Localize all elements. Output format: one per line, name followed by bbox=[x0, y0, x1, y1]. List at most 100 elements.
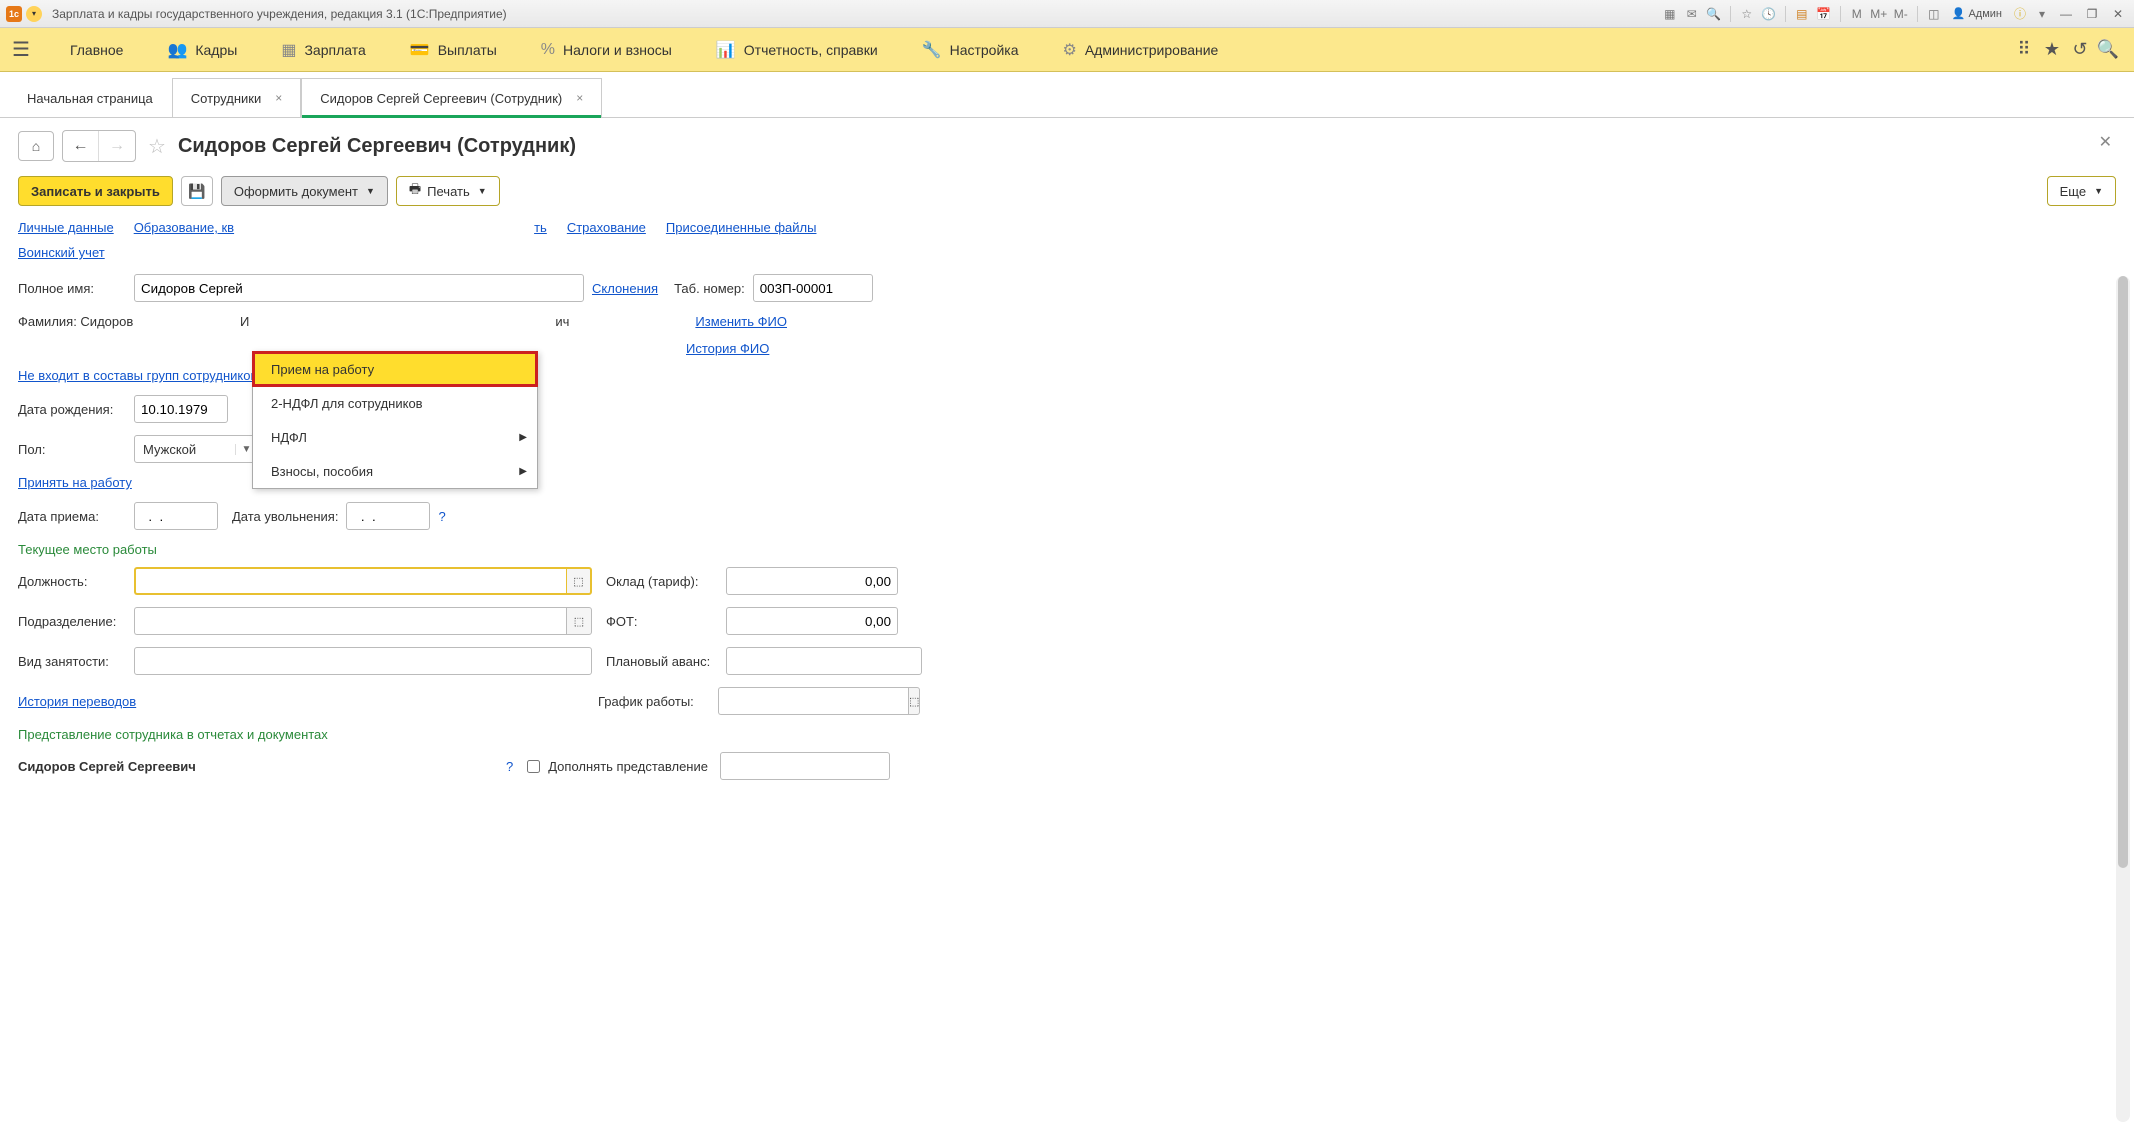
star-icon[interactable]: ★ bbox=[2038, 39, 2066, 60]
maximize-button[interactable]: ❐ bbox=[2082, 6, 2102, 22]
favorite-icon[interactable]: ☆ bbox=[1739, 6, 1755, 22]
m-icon[interactable]: М bbox=[1849, 6, 1865, 22]
search-icon[interactable]: 🔍 bbox=[2094, 39, 2122, 60]
percent-icon: % bbox=[541, 41, 555, 59]
menu-main[interactable]: Главное bbox=[48, 42, 146, 58]
titlebar-dropdown[interactable]: ▾ bbox=[26, 6, 42, 22]
menu-item-label: Взносы, пособия bbox=[271, 464, 373, 479]
schedule-input[interactable]: ⬚ bbox=[718, 687, 914, 715]
app-logo: 1c bbox=[6, 6, 22, 22]
page-close-button[interactable]: ✕ bbox=[2099, 132, 2112, 152]
link-edu-suffix[interactable]: ть bbox=[534, 220, 547, 235]
fire-date-input[interactable] bbox=[346, 502, 430, 530]
back-button[interactable]: ← bbox=[63, 131, 99, 161]
scrollbar-thumb[interactable] bbox=[2118, 276, 2128, 868]
sex-select[interactable]: Мужской ▼ bbox=[134, 435, 262, 463]
tb-icon-2[interactable]: ✉ bbox=[1684, 6, 1700, 22]
link-files[interactable]: Присоединенные файлы bbox=[666, 220, 817, 235]
salary-label: Оклад (тариф): bbox=[606, 574, 718, 589]
tab-employee-card[interactable]: Сидоров Сергей Сергеевич (Сотрудник)× bbox=[301, 78, 602, 117]
close-icon[interactable]: × bbox=[576, 91, 583, 105]
help-icon[interactable]: ? bbox=[506, 759, 513, 774]
burger-icon[interactable]: ☰ bbox=[12, 37, 30, 62]
dropdown-icon[interactable]: ▾ bbox=[2034, 6, 2050, 22]
transfers-link[interactable]: История переводов bbox=[18, 694, 584, 709]
supplement-input[interactable] bbox=[720, 752, 890, 780]
schedule-field[interactable] bbox=[718, 687, 908, 715]
link-military[interactable]: Воинский учет bbox=[18, 245, 105, 260]
close-button[interactable]: ✕ bbox=[2108, 6, 2128, 22]
change-fio-link[interactable]: Изменить ФИО bbox=[695, 314, 787, 329]
clock-icon[interactable]: ↺ bbox=[2066, 39, 2094, 60]
favorite-star[interactable]: ☆ bbox=[148, 134, 166, 159]
home-button[interactable]: ⌂ bbox=[18, 131, 54, 161]
menu-settings[interactable]: 🔧Настройка bbox=[900, 40, 1041, 60]
advance-input[interactable] bbox=[726, 647, 922, 675]
tb-icon-3[interactable]: 🔍 bbox=[1706, 6, 1722, 22]
save-button[interactable]: 💾 bbox=[181, 176, 213, 206]
repr-value: Сидоров Сергей Сергеевич bbox=[18, 759, 498, 774]
minimize-button[interactable]: — bbox=[2056, 6, 2076, 22]
declensions-link[interactable]: Склонения bbox=[592, 281, 658, 296]
calc-icon[interactable]: ▤ bbox=[1794, 6, 1810, 22]
create-document-button[interactable]: Оформить документ▼ bbox=[221, 176, 388, 206]
save-close-button[interactable]: Записать и закрыть bbox=[18, 176, 173, 206]
menu-item-2ndfl[interactable]: 2-НДФЛ для сотрудников bbox=[253, 386, 537, 420]
menu-item-contrib[interactable]: Взносы, пособия▶ bbox=[253, 454, 537, 488]
fire-date-label: Дата увольнения: bbox=[232, 509, 338, 524]
menu-item-ndfl[interactable]: НДФЛ▶ bbox=[253, 420, 537, 454]
apps-icon[interactable]: ⠿ bbox=[2010, 39, 2038, 60]
menu-vyplaty[interactable]: 💳Выплаты bbox=[388, 40, 519, 60]
dob-input[interactable] bbox=[134, 395, 228, 423]
link-insurance[interactable]: Страхование bbox=[567, 220, 646, 235]
create-document-menu: Прием на работу 2-НДФЛ для сотрудников Н… bbox=[252, 351, 538, 489]
more-button[interactable]: Еще▼ bbox=[2047, 176, 2116, 206]
menu-otchet[interactable]: 📊Отчетность, справки bbox=[694, 40, 900, 60]
people-icon: 👥 bbox=[167, 40, 187, 60]
history-icon[interactable]: 🕓 bbox=[1761, 6, 1777, 22]
patr-suffix: ич bbox=[555, 314, 569, 329]
link-education-partial[interactable]: Образование, кв bbox=[134, 220, 234, 235]
emptype-input[interactable] bbox=[134, 647, 592, 675]
position-field[interactable] bbox=[134, 567, 566, 595]
dept-input[interactable]: ⬚ bbox=[134, 607, 592, 635]
open-ref-icon[interactable]: ⬚ bbox=[566, 607, 592, 635]
close-icon[interactable]: × bbox=[275, 91, 282, 105]
salary-input[interactable] bbox=[726, 567, 898, 595]
panel-icon[interactable]: ◫ bbox=[1926, 6, 1942, 22]
menu-item-hire[interactable]: Прием на работу bbox=[253, 352, 537, 386]
position-input[interactable]: ⬚ bbox=[134, 567, 592, 595]
vertical-scrollbar[interactable] bbox=[2116, 276, 2130, 1122]
caret-down-icon: ▼ bbox=[366, 186, 375, 196]
menu-label: Зарплата bbox=[304, 42, 365, 58]
menu-admin[interactable]: ⚙Администрирование bbox=[1041, 40, 1241, 60]
supplement-checkbox[interactable] bbox=[527, 760, 540, 773]
fot-input[interactable] bbox=[726, 607, 898, 635]
info-icon[interactable]: ⓘ bbox=[2012, 6, 2028, 22]
representation-section-title: Представление сотрудника в отчетах и док… bbox=[18, 727, 2116, 742]
menu-kadry[interactable]: 👥Кадры bbox=[145, 40, 259, 60]
user-badge[interactable]: 👤Админ bbox=[1948, 7, 2006, 20]
m-minus-icon[interactable]: М- bbox=[1893, 6, 1909, 22]
history-fio-link[interactable]: История ФИО bbox=[686, 341, 769, 356]
help-icon[interactable]: ? bbox=[438, 509, 445, 524]
hire-link[interactable]: Принять на работу bbox=[18, 475, 132, 490]
button-label: Записать и закрыть bbox=[31, 184, 160, 199]
hire-date-input[interactable] bbox=[134, 502, 218, 530]
tab-start[interactable]: Начальная страница bbox=[8, 78, 172, 117]
dept-field[interactable] bbox=[134, 607, 566, 635]
open-ref-icon[interactable]: ⬚ bbox=[566, 567, 592, 595]
page-title: Сидоров Сергей Сергеевич (Сотрудник) bbox=[178, 135, 576, 158]
tabnum-input[interactable] bbox=[753, 274, 873, 302]
fullname-input[interactable] bbox=[134, 274, 584, 302]
tb-icon-1[interactable]: ▦ bbox=[1662, 6, 1678, 22]
forward-button[interactable]: → bbox=[99, 131, 135, 161]
menu-nalogi[interactable]: %Налоги и взносы bbox=[519, 41, 694, 59]
calendar-icon[interactable]: 📅 bbox=[1816, 6, 1832, 22]
open-ref-icon[interactable]: ⬚ bbox=[908, 687, 920, 715]
menu-zarplata[interactable]: ▦Зарплата bbox=[259, 40, 387, 60]
print-button[interactable]: 🖶Печать▼ bbox=[396, 176, 500, 206]
link-personal[interactable]: Личные данные bbox=[18, 220, 114, 235]
m-plus-icon[interactable]: М+ bbox=[1871, 6, 1887, 22]
tab-employees[interactable]: Сотрудники× bbox=[172, 78, 301, 117]
